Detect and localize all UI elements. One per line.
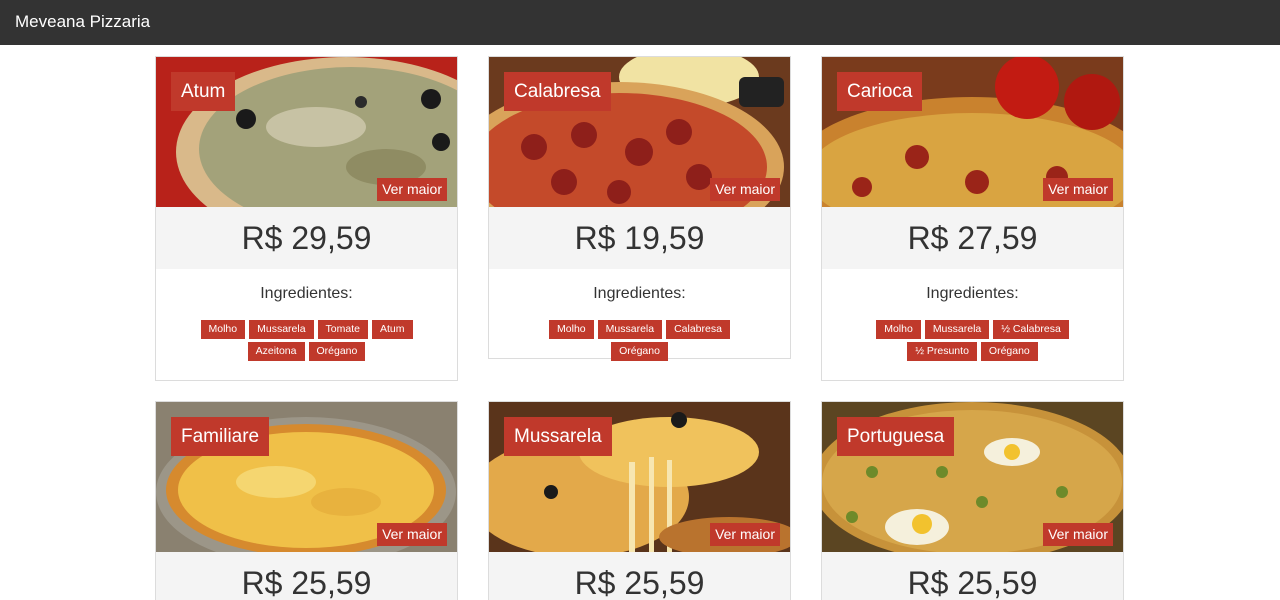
ingredient-tag: Mussarela	[249, 320, 314, 339]
pizza-price: R$ 25,59	[822, 552, 1123, 600]
pizza-name: Mussarela	[504, 417, 612, 456]
ingredient-tag: Tomate	[317, 320, 368, 339]
ingredient-tag: ½ Presunto	[907, 342, 977, 361]
view-larger-button[interactable]: Ver maior	[710, 178, 780, 201]
pizza-image: Mussarela Ver maior	[489, 402, 790, 552]
ingredient-tag: Atum	[371, 320, 413, 339]
pizza-card-atum: Atum Ver maior R$ 29,59 Ingredientes: Mo…	[155, 56, 458, 381]
pizza-card-mussarela: Mussarela Ver maior R$ 25,59	[488, 401, 791, 600]
view-larger-button[interactable]: Ver maior	[377, 178, 447, 201]
ingredient-tag: Molho	[876, 320, 921, 339]
ingredient-tag: Molho	[200, 320, 246, 339]
navbar: Meveana Pizzaria	[0, 0, 1280, 45]
pizza-card-portuguesa: Portuguesa Ver maior R$ 25,59	[821, 401, 1124, 600]
ingredient-tag: Mussarela	[924, 320, 990, 339]
pizza-price: R$ 25,59	[156, 552, 457, 600]
ingredients-title: Ingredientes:	[926, 285, 1019, 302]
pizza-image: Familiare Ver maior	[156, 402, 457, 552]
pizza-card-calabresa: Calabresa Ver maior R$ 19,59 Ingrediente…	[488, 56, 791, 361]
ingredient-tag: Orégano	[611, 342, 668, 361]
pizza-name: Portuguesa	[837, 417, 955, 456]
pizza-image: Atum Ver maior	[156, 57, 457, 207]
ingredient-tag: Azeitona	[247, 342, 305, 361]
ingredient-tag: Molho	[549, 320, 594, 339]
pizza-card-familiare: Familiare Ver maior R$ 25,59	[155, 401, 458, 600]
pizza-price: R$ 19,59	[489, 207, 790, 269]
pizza-name: Familiare	[171, 417, 270, 456]
ingredients-title: Ingredientes:	[260, 285, 353, 302]
view-larger-button[interactable]: Ver maior	[710, 523, 780, 546]
ingredient-tag: Calabresa	[666, 320, 730, 339]
pizza-name: Calabresa	[504, 72, 611, 111]
ingredient-tag: Mussarela	[597, 320, 663, 339]
ingredient-tags: Molho Mussarela ½ Calabresa ½ Presunto Oréga…	[822, 320, 1123, 364]
view-larger-button[interactable]: Ver maior	[377, 523, 447, 546]
pizza-name: Atum	[171, 72, 236, 111]
ingredient-tags: Molho Mussarela Tomate Atum Azeitona Orégano	[156, 320, 457, 364]
pizza-price: R$ 25,59	[489, 552, 790, 600]
ingredient-tags: Molho Mussarela Calabresa Orégano	[489, 320, 790, 364]
ingredient-tag: Orégano	[308, 342, 366, 361]
brand-link[interactable]: Meveana Pizzaria	[15, 12, 150, 32]
pizza-price: R$ 27,59	[822, 207, 1123, 269]
view-larger-button[interactable]: Ver maior	[1043, 178, 1113, 201]
ingredients-title: Ingredientes:	[593, 285, 686, 302]
pizza-name: Carioca	[837, 72, 923, 111]
pizza-card-carioca: Carioca Ver maior R$ 27,59 Ingredientes:…	[821, 56, 1124, 381]
pizza-image: Calabresa Ver maior	[489, 57, 790, 207]
ingredient-tag: ½ Calabresa	[993, 320, 1069, 339]
pizza-image: Portuguesa Ver maior	[822, 402, 1123, 552]
pizza-image: Carioca Ver maior	[822, 57, 1123, 207]
pizza-price: R$ 29,59	[156, 207, 457, 269]
ingredient-tag: Orégano	[980, 342, 1038, 361]
view-larger-button[interactable]: Ver maior	[1043, 523, 1113, 546]
